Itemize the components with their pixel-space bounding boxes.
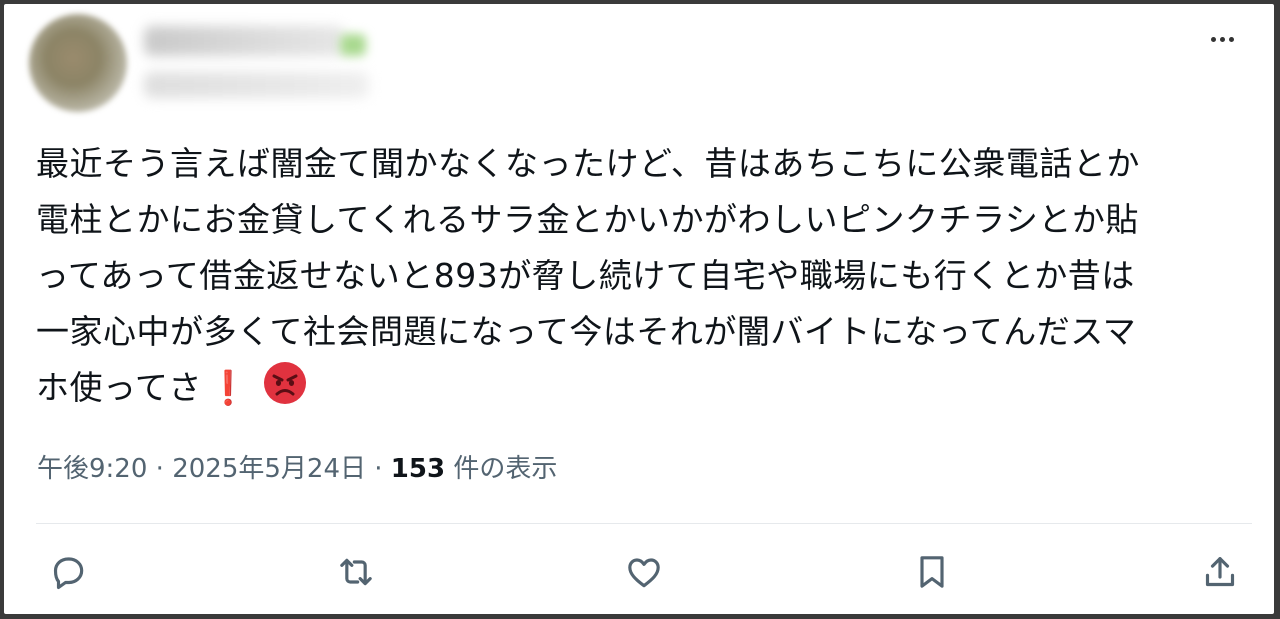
username-blurred[interactable] <box>144 72 369 98</box>
like-button[interactable] <box>622 550 666 594</box>
tweet-text-line: ホ使ってさ <box>36 368 202 407</box>
tweet-text-line: ってあって借金返せないと893が脅し続けて自宅や職場にも行くとか昔は <box>36 256 1135 295</box>
bookmark-icon <box>920 556 944 588</box>
more-dot-icon <box>1228 36 1234 42</box>
tweet-date[interactable]: 2025年5月24日 <box>172 454 366 484</box>
share-button[interactable] <box>1198 550 1242 594</box>
tweet-meta: 午後9:20 · 2025年5月24日 · 153 件の表示 <box>37 448 557 485</box>
tweet-text: 最近そう言えば闇金て聞かなくなったけど、昔はあちこちに公衆電話とか 電柱とかにお… <box>36 136 1251 416</box>
bookmark-button[interactable] <box>910 550 954 594</box>
retweet-icon <box>340 558 372 586</box>
more-dot-icon <box>1210 36 1216 42</box>
angry-face-icon <box>264 362 307 404</box>
display-name-blurred[interactable] <box>144 26 344 56</box>
share-icon <box>1205 557 1235 587</box>
tweet-text-line: 一家心中が多くて社会問題になって今はそれが闇バイトになってんだスマ <box>36 312 1137 351</box>
tweet-time[interactable]: 午後9:20 <box>37 454 147 484</box>
verified-badge-blurred <box>340 34 366 56</box>
divider <box>36 523 1252 524</box>
heart-icon <box>628 558 660 588</box>
tweet-text-line: 電柱とかにお金貸してくれるサラ金とかいかがわしいピンクチラシとか貼 <box>36 200 1139 239</box>
views-count: 153 <box>390 454 446 484</box>
retweet-button[interactable] <box>334 550 378 594</box>
tweet-text-line: 最近そう言えば闇金て聞かなくなったけど、昔はあちこちに公衆電話とか <box>36 144 1140 183</box>
exclamation-icon: ❗ <box>207 368 250 407</box>
tweet-card: 最近そう言えば闇金て聞かなくなったけど、昔はあちこちに公衆電話とか 電柱とかにお… <box>4 4 1274 614</box>
reply-icon <box>53 557 84 590</box>
more-dot-icon <box>1219 36 1225 42</box>
more-options-button[interactable] <box>1202 24 1242 54</box>
meta-separator: · <box>155 454 164 484</box>
views-label: 件の表示 <box>453 454 558 484</box>
avatar[interactable] <box>29 14 127 112</box>
meta-separator: · <box>374 454 383 484</box>
tweet-text-line-last: ホ使ってさ ❗ <box>36 360 1251 416</box>
reply-button[interactable] <box>46 550 90 594</box>
